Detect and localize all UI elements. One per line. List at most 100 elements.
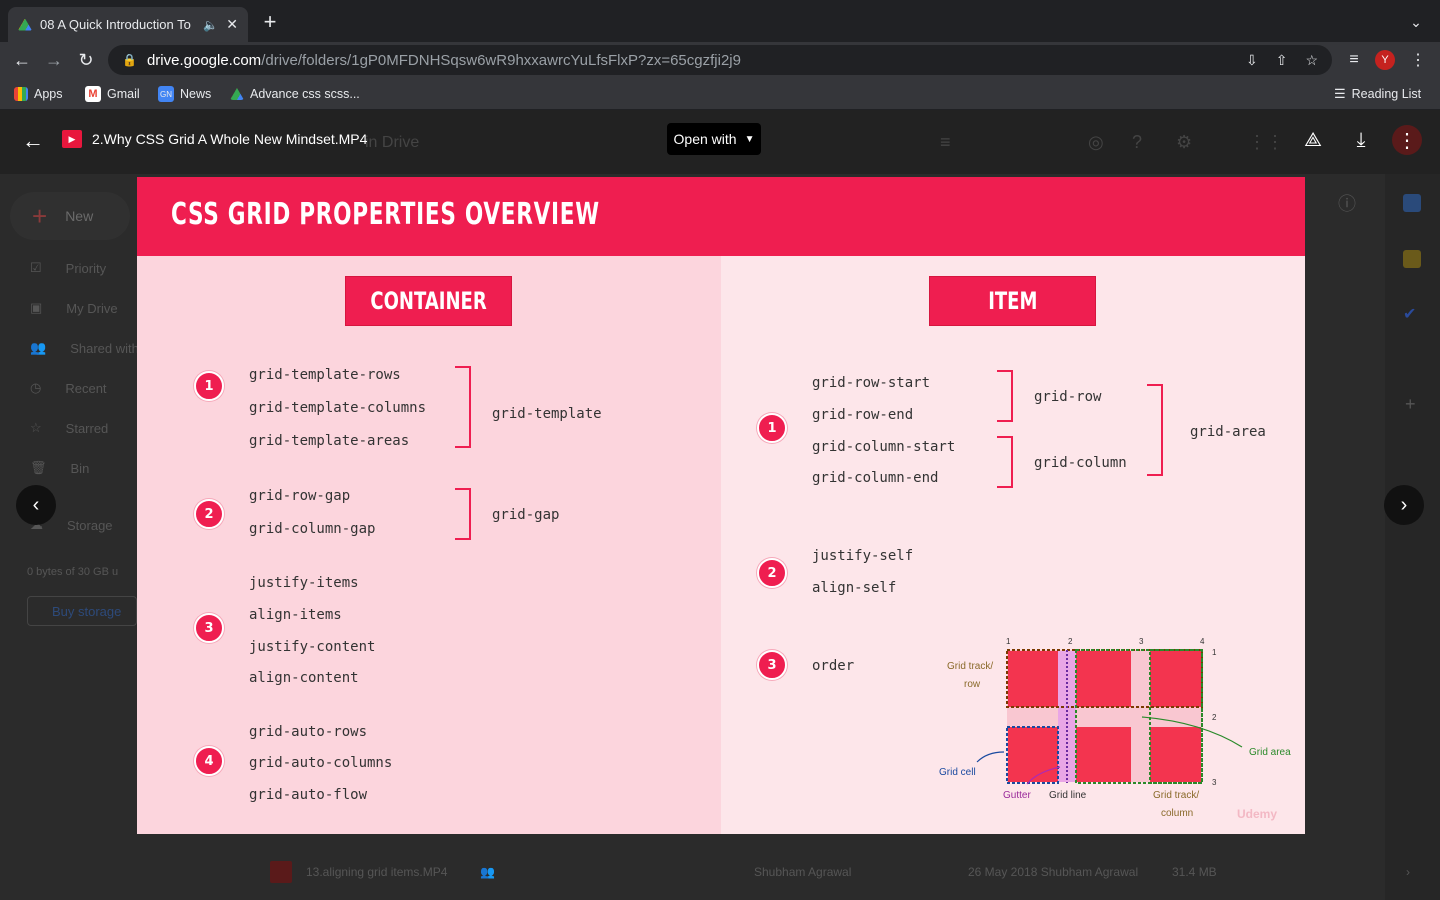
column-number: 2 (1068, 637, 1073, 646)
buy-storage-button: Buy storage (27, 596, 137, 626)
property: order (812, 658, 855, 674)
sidebar-label: Recent (65, 380, 107, 396)
back-arrow-icon[interactable]: ← (20, 128, 46, 154)
close-tab-icon[interactable]: ✕ (226, 16, 238, 33)
bracket (455, 488, 471, 540)
number-badge: 4 (194, 746, 224, 776)
file-modified: 26 May 2018 Shubham Agrawal (968, 865, 1139, 879)
grid-diagram: 1 2 3 4 1 2 3 Grid track/ row Grid cell … (932, 632, 1305, 832)
number-badge: 1 (194, 371, 224, 401)
grid-cell-1-2 (1076, 651, 1131, 707)
bookmark-label: Apps (34, 87, 63, 101)
row-number: 1 (1212, 648, 1217, 657)
tab-strip: 08 A Quick Introduction To 🔈 ✕ + ⌄ (0, 0, 1440, 42)
number-badge: 3 (757, 650, 787, 680)
property: grid-row-gap (249, 488, 351, 504)
chevron-right-icon: › (1400, 493, 1408, 516)
shorthand-property: grid-column (1034, 455, 1127, 471)
property: grid-row-start (812, 375, 931, 391)
bracket (997, 370, 1013, 422)
caret-down-icon: ▼ (744, 133, 755, 145)
label-grid-area: Grid area (1249, 747, 1291, 758)
property: grid-row-end (812, 407, 914, 423)
grid-cell-2-3 (1150, 727, 1201, 782)
shorthand-property: grid-row (1034, 389, 1102, 405)
number-badge: 3 (194, 613, 224, 643)
new-tab-button[interactable]: + (258, 9, 282, 34)
reading-list-label: Reading List (1351, 87, 1422, 101)
add-to-drive-icon[interactable]: ⟁ (1300, 127, 1326, 153)
bookmark-news[interactable]: GN News (158, 84, 211, 104)
udemy-watermark: Udemy (1237, 807, 1278, 821)
browser-tab[interactable]: 08 A Quick Introduction To 🔈 ✕ (8, 7, 248, 42)
grid-cell-2-1 (1008, 727, 1058, 782)
forward-icon[interactable]: → (42, 48, 66, 72)
more-options-icon[interactable]: ⋮ (1392, 125, 1422, 155)
property: align-self (812, 580, 897, 596)
keep-icon (1403, 250, 1421, 268)
property: align-items (249, 607, 342, 623)
property: grid-column-gap (249, 521, 376, 537)
container-heading-text: CONTAINER (370, 287, 487, 315)
menu-icon[interactable]: ⋮ (1406, 48, 1430, 72)
buy-storage-label: Buy storage (52, 603, 122, 619)
tab-search-icon[interactable]: ⌄ (1406, 12, 1426, 32)
install-icon[interactable]: ⇩ (1246, 52, 1258, 69)
address-bar[interactable]: 🔒 drive.google.com/drive/folders/1gP0MFD… (108, 45, 1332, 75)
sidebar-label: Storage (67, 517, 113, 533)
label-grid-cell: Grid cell (939, 767, 976, 778)
previous-file-button[interactable]: ‹ (16, 485, 56, 525)
bookmark-advance-css[interactable]: Advance css scss... (230, 84, 360, 104)
profile-avatar[interactable]: Y (1375, 50, 1395, 70)
grid-cell-1-3 (1150, 651, 1201, 707)
label-grid-line: Grid line (1049, 790, 1087, 801)
media-control-icon[interactable]: ≡ (1342, 48, 1366, 72)
sidebar-item-my-drive: ▣ My Drive (30, 296, 118, 320)
row-number: 2 (1212, 713, 1217, 722)
number-badge: 2 (194, 499, 224, 529)
item-heading-text: ITEM (987, 287, 1038, 315)
speaker-icon[interactable]: 🔈 (203, 18, 218, 32)
shorthand-property: grid-template (492, 406, 602, 422)
property: grid-template-areas (249, 433, 410, 449)
lock-icon[interactable]: 🔒 (122, 53, 137, 67)
sidebar-item-priority: ☑ Priority (30, 256, 106, 280)
property: grid-auto-flow (249, 787, 368, 803)
sidebar-label: Shared with (70, 340, 139, 356)
reading-list-button[interactable]: ☰ Reading List (1334, 84, 1421, 104)
back-icon[interactable]: ← (10, 48, 34, 72)
cell-pointer (976, 751, 1005, 763)
slide-title: CSS GRID PROPERTIES OVERVIEW (171, 197, 600, 232)
open-with-button[interactable]: Open with ▼ (667, 123, 761, 155)
grid-cell-1-1 (1008, 651, 1058, 707)
bracket (997, 436, 1013, 488)
sidebar-item-recent: ◷ Recent (30, 376, 107, 400)
chevron-left-icon: ‹ (32, 493, 40, 516)
drive-icon (18, 18, 32, 31)
sidebar-item-bin: 🗑 Bin (30, 456, 89, 480)
next-file-button[interactable]: › (1384, 485, 1424, 525)
property: grid-template-columns (249, 400, 427, 416)
info-icon: ⓘ (1338, 194, 1356, 214)
file-size: 31.4 MB (1172, 865, 1217, 879)
drive-icon (230, 88, 244, 100)
property: justify-self (812, 548, 914, 564)
bookmark-label: Gmail (107, 87, 140, 101)
star-icon[interactable]: ☆ (1305, 52, 1318, 69)
video-frame[interactable]: CSS GRID PROPERTIES OVERVIEW CONTAINER 1… (137, 177, 1305, 834)
share-icon[interactable]: ⇧ (1276, 52, 1288, 69)
priority-icon: ☑ (30, 260, 42, 275)
property: grid-column-end (812, 470, 939, 486)
download-icon[interactable]: ⤓ (1348, 127, 1374, 153)
tab-title: 08 A Quick Introduction To (40, 17, 191, 32)
shared-icon: 👥 (30, 340, 47, 355)
bookmark-apps[interactable]: Apps (14, 84, 63, 104)
bookmark-gmail[interactable]: M Gmail (85, 84, 140, 104)
chevron-right-icon: › (1406, 865, 1410, 879)
reload-icon[interactable]: ↻ (74, 48, 98, 72)
news-icon: GN (158, 86, 174, 102)
property: grid-auto-columns (249, 755, 393, 771)
new-button-label: New (65, 208, 94, 224)
item-heading: ITEM (929, 276, 1096, 326)
bracket (1147, 384, 1163, 476)
